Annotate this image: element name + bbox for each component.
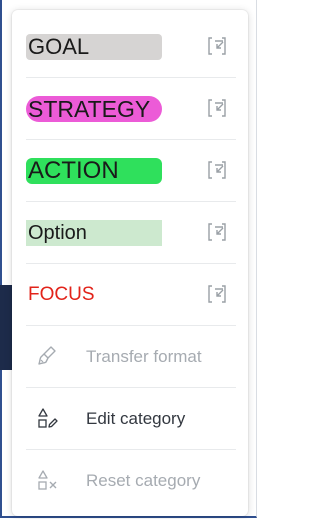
transfer-format-label: Transfer format (86, 346, 202, 366)
category-tag-focus[interactable]: FOCUS (26, 282, 162, 308)
brush-icon (38, 345, 56, 365)
shapes-reset-icon (38, 470, 57, 490)
jump-to-icon[interactable] (206, 35, 228, 57)
category-tag-strategy[interactable]: STRATEGY (26, 95, 162, 122)
category-item-focus[interactable]: FOCUS (26, 264, 236, 326)
shapes-edit-icon (38, 407, 58, 428)
category-tag-goal[interactable]: GOAL (26, 33, 162, 60)
category-item-strategy[interactable]: STRATEGY (26, 78, 236, 140)
category-tag-action[interactable]: ACTION (26, 157, 162, 184)
jump-to-icon[interactable] (206, 159, 228, 181)
transfer-format-item[interactable]: Transfer format (26, 326, 236, 388)
reset-category-item[interactable]: Reset category (26, 450, 236, 512)
background-panel (0, 285, 12, 370)
category-tag-option[interactable]: Option (26, 219, 162, 246)
edit-category-label: Edit category (86, 408, 186, 428)
jump-to-icon[interactable] (206, 283, 228, 305)
category-item-goal[interactable]: GOAL (26, 16, 236, 78)
jump-to-icon[interactable] (206, 221, 228, 243)
jump-to-icon[interactable] (206, 97, 228, 119)
category-item-action[interactable]: ACTION (26, 140, 236, 202)
reset-category-label: Reset category (86, 471, 201, 490)
edit-category-item[interactable]: Edit category (26, 388, 236, 450)
category-menu: GOAL STRATEGY ACTION Option FOCUS Transf… (12, 10, 248, 516)
category-item-option[interactable]: Option (26, 202, 236, 264)
